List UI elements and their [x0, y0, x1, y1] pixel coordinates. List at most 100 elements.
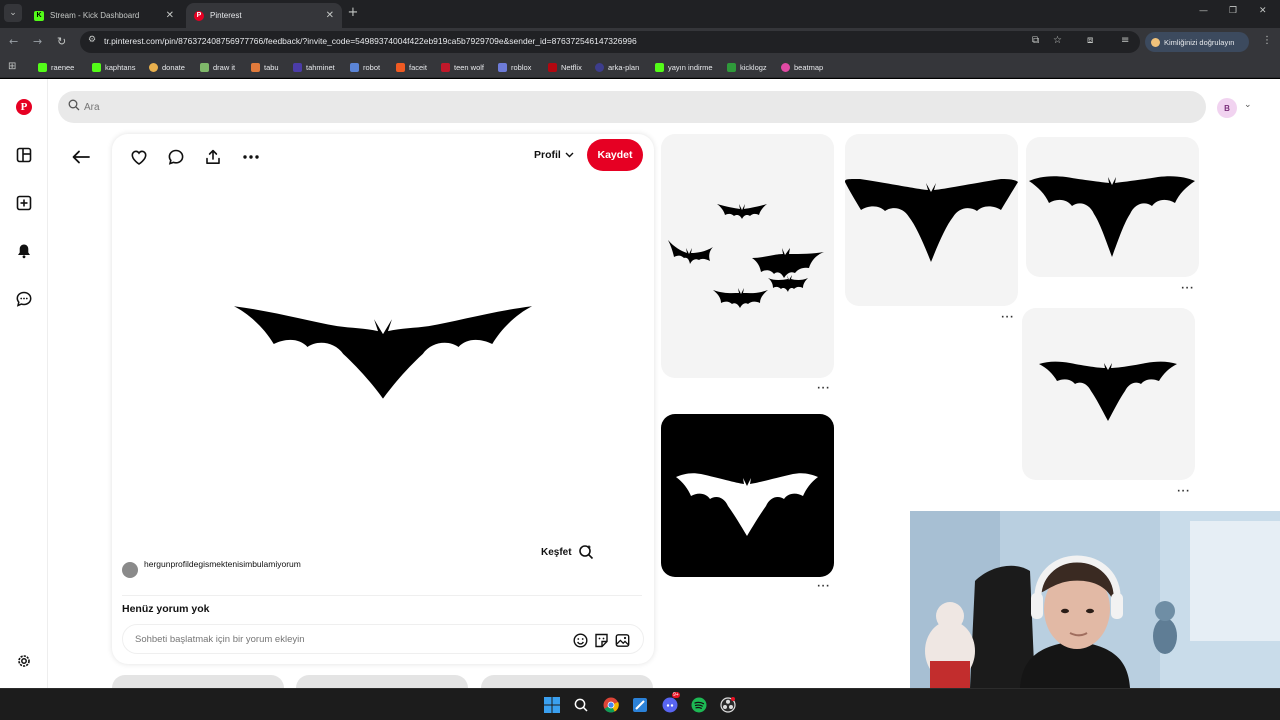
- related-pin-card[interactable]: [661, 134, 834, 378]
- more-options-icon[interactable]: ···: [1177, 487, 1190, 497]
- kicklogz-icon: [727, 62, 736, 72]
- close-window-icon[interactable]: ✕: [1259, 6, 1267, 16]
- taskbar-search-icon[interactable]: [571, 695, 591, 715]
- save-button[interactable]: Kaydet: [587, 139, 643, 171]
- obs-taskbar-icon[interactable]: [718, 695, 738, 715]
- streamer-camera-feed: [910, 511, 1280, 688]
- site-info-icon[interactable]: ⚙: [88, 35, 96, 45]
- more-options-icon[interactable]: ···: [817, 582, 830, 592]
- chrome-taskbar-icon[interactable]: [601, 695, 621, 715]
- more-options-icon[interactable]: ···: [1001, 313, 1014, 323]
- owner-username[interactable]: hergunprofildegismektenisimbulamiyorum: [144, 558, 324, 571]
- more-options-icon[interactable]: ···: [817, 384, 830, 394]
- tab-pinterest[interactable]: P Pinterest ✕: [186, 3, 342, 28]
- tab-kick-dashboard[interactable]: K Stream - Kick Dashboard ✕: [26, 3, 182, 28]
- bookmark-star-icon[interactable]: ☆: [1053, 35, 1062, 46]
- install-app-icon[interactable]: ⧉: [1032, 35, 1039, 46]
- search-bar[interactable]: [58, 91, 1206, 123]
- bookmark-item[interactable]: arka-plan: [595, 61, 639, 73]
- download-icon: [655, 62, 664, 72]
- bookmark-item[interactable]: kaphtans: [92, 61, 135, 73]
- verify-identity-button[interactable]: Kimliğinizi doğrulayın: [1145, 32, 1249, 52]
- reading-list-icon[interactable]: ≡: [1121, 35, 1129, 46]
- close-tab-icon[interactable]: ✕: [166, 10, 174, 21]
- share-upload-icon[interactable]: [202, 146, 224, 168]
- related-pin-card[interactable]: [661, 414, 834, 577]
- bookmark-item[interactable]: faceit: [396, 61, 427, 73]
- left-sidebar: P: [0, 79, 48, 688]
- comment-field[interactable]: [122, 624, 644, 654]
- bookmark-item[interactable]: robot: [350, 61, 380, 73]
- roblox-icon: [498, 62, 507, 72]
- search-input[interactable]: [84, 97, 1084, 117]
- kick-icon: [92, 62, 101, 72]
- tab-search-button[interactable]: ⌄: [4, 4, 22, 22]
- bookmark-item[interactable]: raenee: [38, 61, 74, 73]
- more-options-icon[interactable]: ···: [1181, 284, 1194, 294]
- pin-detail-card: Profil Kaydet Keşfet hergunprofildegisme…: [112, 134, 654, 664]
- extensions-icon[interactable]: ⧈: [1087, 35, 1093, 46]
- bookmark-item[interactable]: beatmap: [781, 61, 823, 73]
- more-options-icon[interactable]: [240, 146, 262, 168]
- owner-avatar[interactable]: [122, 562, 138, 578]
- faceit-icon: [396, 62, 405, 72]
- bookmark-item[interactable]: roblox: [498, 61, 531, 73]
- bookmark-item[interactable]: donate: [149, 61, 185, 73]
- emoji-icon[interactable]: [571, 631, 589, 649]
- pin-main-image[interactable]: [234, 299, 532, 403]
- restore-icon[interactable]: ❐: [1229, 6, 1237, 16]
- chevron-down-icon: [565, 152, 574, 158]
- bat-image: [1039, 361, 1177, 421]
- bookmark-item[interactable]: kicklogz: [727, 61, 767, 73]
- teen-wolf-icon: [441, 62, 450, 72]
- minimize-icon[interactable]: —: [1199, 6, 1208, 16]
- explore-label: Keşfet: [541, 546, 572, 558]
- bookmark-item[interactable]: yayın indirme: [655, 61, 713, 73]
- paint-taskbar-icon[interactable]: [630, 695, 650, 715]
- white-bat-image: [676, 473, 818, 536]
- bookmark-item[interactable]: tabu: [251, 61, 279, 73]
- comment-input[interactable]: [135, 631, 535, 647]
- settings-gear-icon[interactable]: [14, 651, 34, 671]
- back-nav-icon[interactable]: ←: [9, 35, 18, 49]
- discord-badge: 9+: [672, 692, 680, 698]
- address-bar[interactable]: ⚙ tr.pinterest.com/pin/87637240875697776…: [80, 31, 1140, 53]
- bookmark-item[interactable]: tahminet: [293, 61, 335, 73]
- new-tab-button[interactable]: +: [346, 6, 360, 20]
- notifications-bell-icon[interactable]: [14, 241, 34, 261]
- tab-title: Stream - Kick Dashboard: [50, 11, 140, 20]
- profile-board-dropdown[interactable]: Profil: [534, 149, 574, 161]
- messages-icon[interactable]: [14, 289, 34, 309]
- account-chevron-down-icon[interactable]: ⌄: [1244, 100, 1252, 110]
- kick-favicon-icon: K: [34, 10, 44, 21]
- divider: [122, 595, 642, 596]
- forward-nav-icon[interactable]: →: [33, 35, 42, 49]
- explore-button[interactable]: Keşfet: [541, 544, 594, 560]
- robot-icon: [350, 62, 359, 72]
- image-upload-icon[interactable]: [613, 631, 631, 649]
- reload-icon[interactable]: ↻: [57, 35, 66, 49]
- spotify-taskbar-icon[interactable]: [689, 695, 709, 715]
- close-tab-icon[interactable]: ✕: [326, 10, 334, 21]
- url-text[interactable]: tr.pinterest.com/pin/876372408756977766/…: [104, 36, 637, 46]
- back-button[interactable]: [70, 146, 92, 168]
- bookmark-item[interactable]: draw it: [200, 61, 235, 73]
- bookmark-item[interactable]: teen wolf: [441, 61, 484, 73]
- bookmark-item[interactable]: Netflix: [548, 61, 582, 73]
- comment-bubble-icon[interactable]: [165, 146, 187, 168]
- related-pin-card[interactable]: [1026, 137, 1199, 277]
- boards-icon[interactable]: [14, 145, 34, 165]
- avatar[interactable]: B: [1217, 98, 1237, 118]
- pinterest-logo[interactable]: P: [14, 97, 34, 117]
- like-heart-icon[interactable]: [128, 146, 150, 168]
- chrome-menu-icon[interactable]: ⋮: [1262, 35, 1272, 46]
- draw-icon: [200, 62, 209, 72]
- sticker-icon[interactable]: [592, 631, 610, 649]
- windows-start-icon[interactable]: [542, 695, 562, 715]
- related-pin-card[interactable]: [1022, 308, 1195, 480]
- related-pin-card[interactable]: [845, 134, 1018, 306]
- apps-grid-icon[interactable]: ⊞: [8, 61, 16, 72]
- discord-taskbar-icon[interactable]: 9+: [660, 692, 680, 715]
- arrow-left-icon: [72, 150, 90, 164]
- create-icon[interactable]: [14, 193, 34, 213]
